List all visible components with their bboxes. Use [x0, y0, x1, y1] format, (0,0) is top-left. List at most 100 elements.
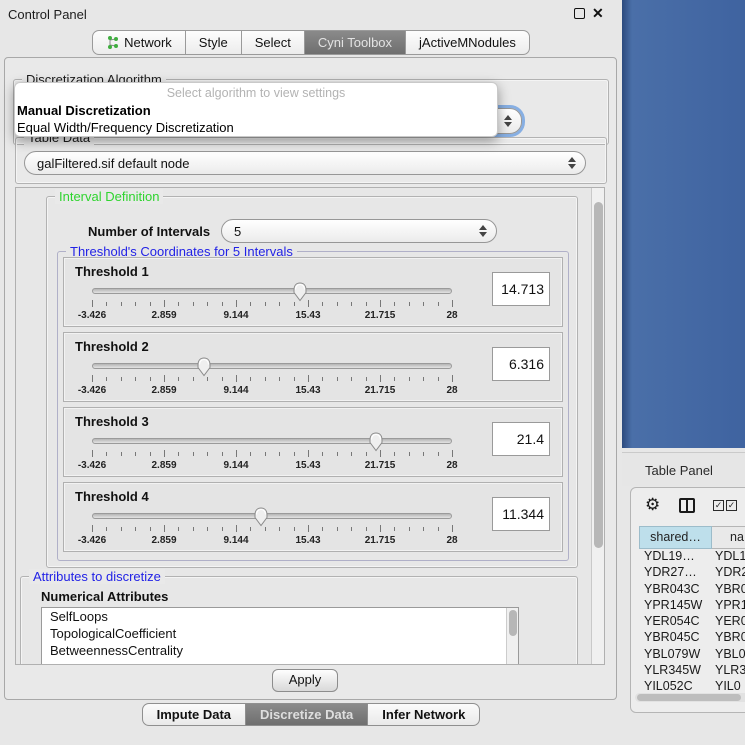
table-row[interactable]: YDR27…YDR2: [639, 565, 745, 581]
slider-track[interactable]: [92, 288, 452, 294]
list-item-selfloops[interactable]: SelfLoops: [42, 608, 518, 625]
table-cell[interactable]: YDL19…: [639, 549, 712, 565]
tick-mark: [164, 300, 165, 307]
gear-icon[interactable]: ⚙: [645, 495, 660, 515]
threshold-value-field[interactable]: 6.316: [492, 347, 550, 381]
table-cell[interactable]: YBL079W: [639, 647, 712, 663]
tick-mark: [308, 300, 309, 307]
tab-infer-network[interactable]: Infer Network: [368, 703, 480, 726]
tab-select[interactable]: Select: [242, 30, 305, 55]
tick-mark: [366, 527, 367, 531]
attributes-listbox[interactable]: SelfLoopsTopologicalCoefficientBetweenne…: [41, 607, 519, 665]
tick-mark: [178, 452, 179, 456]
tick-mark: [135, 452, 136, 456]
table-cell[interactable]: YBR045C: [639, 630, 712, 646]
close-icon[interactable]: ✕: [592, 5, 604, 22]
tab-style[interactable]: Style: [186, 30, 242, 55]
tick-mark: [207, 452, 208, 456]
table-cell[interactable]: YLR3: [712, 663, 745, 679]
threshold-slider[interactable]: -3.4262.8599.14415.4321.71528: [92, 361, 452, 395]
slider-track[interactable]: [92, 513, 452, 519]
tick-mark: [150, 302, 151, 306]
table-panel-header: Table Panel: [622, 452, 745, 486]
tab-network[interactable]: Network: [92, 30, 186, 55]
tick-mark: [178, 377, 179, 381]
tick-mark: [265, 377, 266, 381]
checkbox-icon[interactable]: ✓: [713, 500, 724, 511]
slider-track[interactable]: [92, 438, 452, 444]
tick-mark: [250, 527, 251, 531]
threshold-value-field[interactable]: 21.4: [492, 422, 550, 456]
table-cell[interactable]: YPR145W: [639, 598, 712, 614]
table-cell[interactable]: YER054C: [639, 614, 712, 630]
tick-label: -3.426: [78, 460, 106, 471]
tab-discretize-data[interactable]: Discretize Data: [246, 703, 368, 726]
table-cell[interactable]: YDL1: [712, 549, 745, 565]
table-row[interactable]: YBL079WYBL0: [639, 647, 745, 663]
table-data-combobox[interactable]: galFiltered.sif default node: [24, 151, 586, 175]
table-row[interactable]: YER054CYER0: [639, 614, 745, 630]
num-intervals-combobox[interactable]: 5: [221, 219, 497, 243]
table-cell[interactable]: YER0: [712, 614, 745, 630]
tick-label: 2.859: [151, 535, 176, 546]
combo-value: 5: [234, 224, 241, 239]
table-cell[interactable]: YBR0: [712, 630, 745, 646]
tick-mark: [164, 450, 165, 457]
threshold-slider[interactable]: -3.4262.8599.14415.4321.71528: [92, 511, 452, 545]
table-cell[interactable]: YLR345W: [639, 663, 712, 679]
tab-jactivemnodules[interactable]: jActiveMNodules: [406, 30, 530, 55]
tick-mark: [452, 525, 453, 532]
slider-thumb[interactable]: [253, 507, 269, 527]
table-row[interactable]: YBR045CYBR0: [639, 630, 745, 646]
tick-mark: [438, 377, 439, 381]
dropdown-item-equal-width-frequency-discretization[interactable]: Equal Width/Frequency Discretization: [15, 119, 497, 136]
tick-mark: [250, 377, 251, 381]
slider-thumb[interactable]: [196, 357, 212, 377]
scrollbar-thumb[interactable]: [509, 610, 517, 636]
table-cell[interactable]: YBR043C: [639, 582, 712, 598]
table-cell[interactable]: YPR1: [712, 598, 745, 614]
column-header[interactable]: shared…: [639, 526, 712, 549]
column-header[interactable]: na: [712, 526, 745, 549]
table-cell[interactable]: YBR0: [712, 582, 745, 598]
slider-thumb[interactable]: [292, 282, 308, 302]
list-item-topologicalcoefficient[interactable]: TopologicalCoefficient: [42, 625, 518, 642]
checkbox-icon[interactable]: ✓: [726, 500, 737, 511]
tick-mark: [236, 525, 237, 532]
table-row[interactable]: YBR043CYBR0: [639, 582, 745, 598]
tab-cyni-toolbox[interactable]: Cyni Toolbox: [305, 30, 406, 55]
tick-mark: [380, 300, 381, 307]
scrollbar-thumb[interactable]: [594, 202, 603, 548]
split-column-icon[interactable]: [679, 498, 695, 513]
table-hscrollbar[interactable]: [635, 693, 745, 702]
tick-mark: [409, 377, 410, 381]
tick-label: 2.859: [151, 385, 176, 396]
table-row[interactable]: YPR145WYPR1: [639, 598, 745, 614]
table-cell[interactable]: YDR27…: [639, 565, 712, 581]
list-item-betweennesscentrality[interactable]: BetweennessCentrality: [42, 642, 518, 659]
slider-track[interactable]: [92, 363, 452, 369]
tab-impute-data[interactable]: Impute Data: [142, 703, 246, 726]
table-row[interactable]: YLR345WYLR3: [639, 663, 745, 679]
table-header-row: shared… na: [639, 526, 745, 549]
tick-mark: [193, 302, 194, 306]
float-window-icon[interactable]: [574, 8, 585, 19]
threshold-value-field[interactable]: 14.713: [492, 272, 550, 306]
tick-mark: [337, 377, 338, 381]
threshold-value-field[interactable]: 11.344: [492, 497, 550, 531]
slider-thumb[interactable]: [368, 432, 384, 452]
attributes-scrollbar[interactable]: [506, 608, 518, 665]
table-cell[interactable]: YDR2: [712, 565, 745, 581]
table-row[interactable]: YDL19…YDL1: [639, 549, 745, 565]
settings-scrollbar[interactable]: [591, 188, 604, 664]
scrollbar-thumb[interactable]: [637, 694, 741, 701]
thresholds-container: Threshold 1-3.4262.8599.14415.4321.71528…: [58, 257, 568, 552]
tick-label: 9.144: [223, 460, 248, 471]
threshold-slider[interactable]: -3.4262.8599.14415.4321.71528: [92, 436, 452, 470]
apply-button[interactable]: Apply: [272, 669, 338, 692]
dropdown-item-manual-discretization[interactable]: Manual Discretization: [15, 102, 497, 119]
threshold-slider[interactable]: -3.4262.8599.14415.4321.71528: [92, 286, 452, 320]
tick-mark: [409, 302, 410, 306]
table-cell[interactable]: YBL0: [712, 647, 745, 663]
table-panel-title: Table Panel: [645, 463, 713, 478]
